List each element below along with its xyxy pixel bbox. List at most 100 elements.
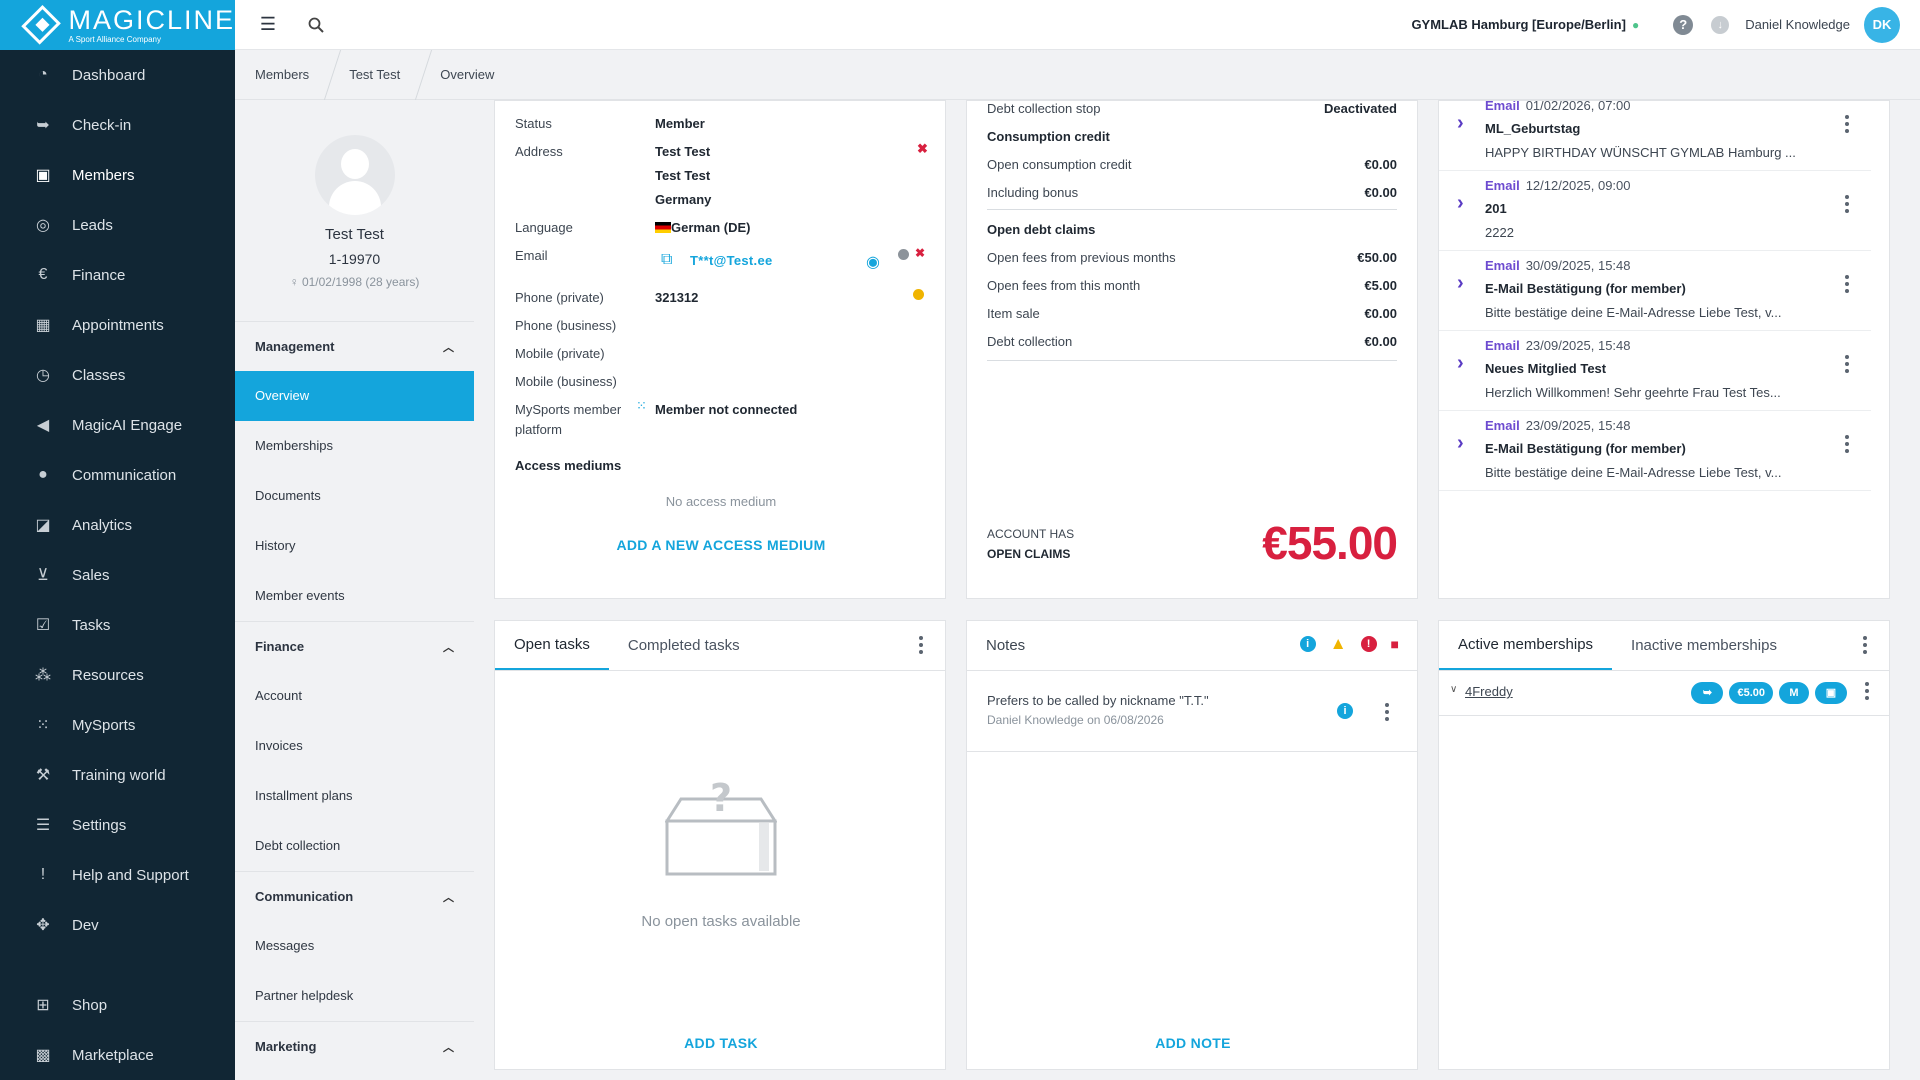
more-options-icon[interactable] [919,636,923,654]
user-name[interactable]: Daniel Knowledge [1745,17,1850,32]
chevron-right-icon[interactable]: › [1457,432,1464,455]
breadcrumb-members[interactable]: Members [235,50,329,100]
alert-filter-icon[interactable]: ! [1360,636,1377,652]
membership-price-tag[interactable]: €5.00 [1729,682,1773,704]
menu-item-partner-helpdesk[interactable]: Partner helpdesk [235,971,474,1021]
sidebar-item-tasks[interactable]: ☑ Tasks [0,600,235,650]
help-icon[interactable]: ? [1673,14,1694,35]
add-note-button[interactable]: ADD NOTE [967,1035,1419,1051]
breadcrumb-member[interactable]: Test Test [329,50,420,100]
checkin-tag-icon[interactable]: ➥ [1691,682,1724,704]
sidebar-item-magicai-engage[interactable]: ◀ MagicAI Engage [0,400,235,450]
megaphone-icon: ◀ [36,417,50,434]
magicline-logo[interactable]: MAGICLINE A Sport Alliance Company [0,0,235,50]
sidebar-item-communication[interactable]: ● Communication [0,450,235,500]
warning-filter-icon[interactable]: ▲ [1330,635,1347,652]
menu-item-overview[interactable]: Overview [235,371,474,421]
image-tag-icon[interactable]: ▣ [1815,682,1847,704]
sidebar-item-help-and-support[interactable]: ! Help and Support [0,850,235,900]
communication-item[interactable]: › Email 30/09/2025, 15:48 E-Mail Bestätigun… [1439,251,1871,331]
communication-item[interactable]: › Email 12/12/2025, 09:00 201 2222 [1439,171,1871,251]
section-communication[interactable]: Communication ︿ [235,871,474,921]
cart-icon: ⊻ [37,567,49,584]
resources-icon: ⁂ [35,667,51,684]
menu-item-installment-plans[interactable]: Installment plans [235,771,474,821]
sidebar-item-training-world[interactable]: ⚒ Training world [0,750,235,800]
sidebar-item-dev[interactable]: ✥ Dev [0,900,235,950]
sidebar-item-marketplace[interactable]: ▩ Marketplace [0,1030,235,1080]
menu-item-history[interactable]: History [235,521,474,571]
sidebar-item-appointments[interactable]: ▦ Appointments [0,300,235,350]
tab-completed-tasks[interactable]: Completed tasks [609,621,759,670]
comm-options-icon[interactable] [1845,355,1849,373]
sidebar-item-leads[interactable]: ◎ Leads [0,200,235,250]
sidebar-item-dashboard[interactable]: ◔ Dashboard [0,50,235,100]
communication-item[interactable]: › Email 01/02/2026, 07:00 ML_Geburtstag HAPP… [1439,101,1871,171]
menu-item-invoices[interactable]: Invoices [235,721,474,771]
sidebar-item-mysports[interactable]: ⁙ MySports [0,700,235,750]
member-photo[interactable] [314,135,395,215]
membership-name[interactable]: 4Freddy [1465,684,1513,699]
more-options-icon[interactable] [1863,636,1867,654]
section-marketing[interactable]: Marketing ︿ [235,1021,474,1071]
menu-item-documents[interactable]: Documents [235,471,474,521]
info-filter-icon[interactable]: i [1299,636,1316,652]
sidebar-item-label: Finance [72,266,126,284]
sidebar-item-sales[interactable]: ⊻ Sales [0,550,235,600]
email-link[interactable]: T**t@Test.ee [690,253,773,268]
dashboard-icon: ◔ [38,66,48,83]
tab-active-memberships[interactable]: Active memberships [1439,621,1613,670]
chevron-down-icon[interactable]: ∨ [1450,684,1457,695]
comm-options-icon[interactable] [1845,195,1849,213]
menu-item-account[interactable]: Account [235,671,474,721]
sidebar-item-classes[interactable]: ◷ Classes [0,350,235,400]
location-pin-icon: ● [1631,17,1640,32]
communication-item[interactable]: › Email 23/09/2025, 15:48 E-Mail Bestätigun… [1439,411,1871,491]
chevron-right-icon[interactable]: › [1457,192,1464,215]
user-avatar[interactable]: DK [1864,6,1900,43]
chevron-right-icon[interactable]: › [1457,272,1464,295]
menu-item-member-events[interactable]: Member events [235,571,474,621]
help-icon: ! [40,866,46,883]
comm-options-icon[interactable] [1845,275,1849,293]
add-task-button[interactable]: ADD TASK [495,1035,947,1051]
studio-selector[interactable]: GYMLAB Hamburg [Europe/Berlin] [1411,17,1626,32]
membership-row[interactable]: ∨ 4Freddy ➥ €5.00 M ▣ [1439,671,1889,716]
hamburger-menu-icon[interactable]: ☰ [255,14,281,35]
address-invalid-icon[interactable]: ✖ [917,141,928,157]
menu-item-messages[interactable]: Messages [235,921,474,971]
membership-options-icon[interactable] [1865,682,1869,700]
email-invalid-icon[interactable]: ✖ [915,246,925,260]
sidebar-item-finance[interactable]: € Finance [0,250,235,300]
section-finance[interactable]: Finance ︿ [235,621,474,671]
comm-options-icon[interactable] [1845,115,1849,133]
note-options-icon[interactable] [1385,703,1389,721]
member-dob-text: 01/02/1998 (28 years) [301,275,420,289]
sidebar-item-label: Resources [72,666,144,684]
sidebar-item-label: Help and Support [72,866,189,884]
chevron-right-icon[interactable]: › [1457,112,1464,135]
tab-inactive-memberships[interactable]: Inactive memberships [1612,621,1796,670]
menu-item-debt-collection[interactable]: Debt collection [235,821,474,871]
membership-m-tag[interactable]: M [1779,682,1809,704]
comm-options-icon[interactable] [1845,435,1849,453]
sidebar-item-members[interactable]: ▣ Members [0,150,235,200]
sidebar-item-shop[interactable]: ⊞ Shop [0,980,235,1030]
download-icon[interactable]: ↓ [1711,15,1730,34]
tab-open-tasks[interactable]: Open tasks [495,621,609,670]
section-management[interactable]: Management ︿ [235,321,474,371]
section-marketing-title: Marketing [255,1039,317,1054]
chevron-right-icon[interactable]: › [1457,352,1464,375]
sidebar-item-resources[interactable]: ⁂ Resources [0,650,235,700]
eye-icon[interactable]: ◉ [866,252,880,272]
menu-item-memberships[interactable]: Memberships [235,421,474,471]
sidebar-item-settings[interactable]: ☰ Settings [0,800,235,850]
lock-filter-icon[interactable]: ■ [1391,636,1399,652]
communication-item[interactable]: › Email 23/09/2025, 15:48 Neues Mitglied Te… [1439,331,1871,411]
svg-text:?: ? [710,781,732,820]
add-access-medium-button[interactable]: ADD A NEW ACCESS MEDIUM [495,537,947,553]
search-icon[interactable] [303,12,329,38]
sidebar-item-analytics[interactable]: ◪ Analytics [0,500,235,550]
sidebar-item-check-in[interactable]: ➥ Check-in [0,100,235,150]
copy-icon[interactable]: ⧉ [661,251,672,269]
